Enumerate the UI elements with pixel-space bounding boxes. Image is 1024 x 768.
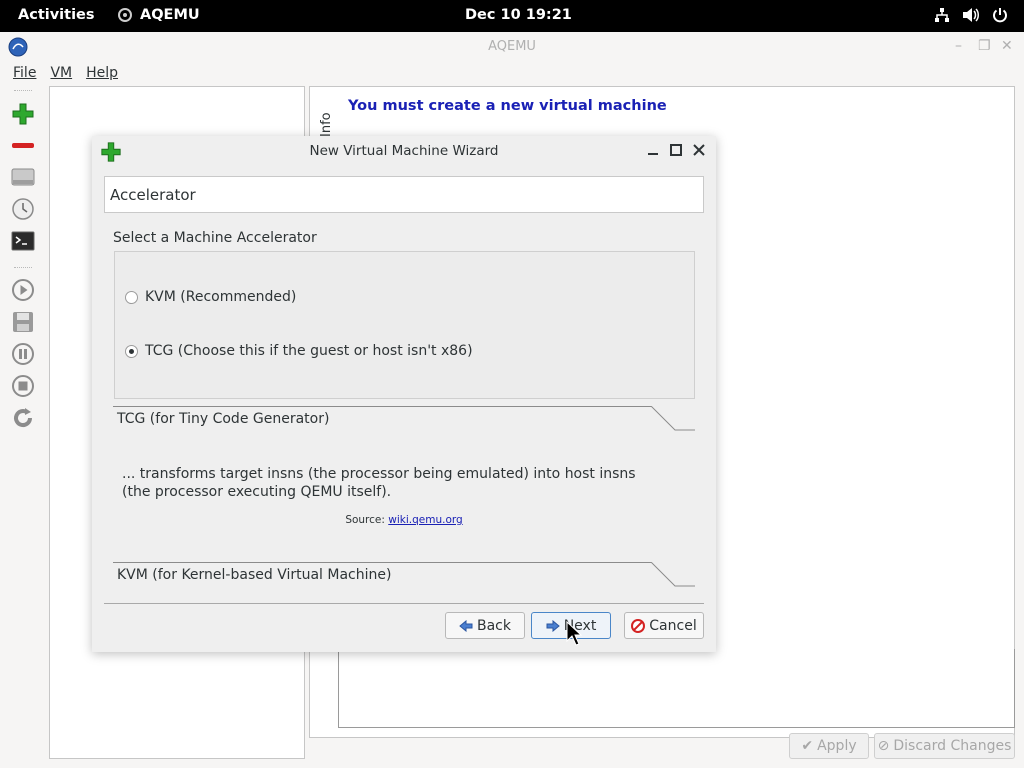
section-divider xyxy=(113,406,651,407)
kvm-radio-button[interactable] xyxy=(125,290,138,304)
accelerator-group-label: Select a Machine Accelerator xyxy=(113,230,317,246)
menu-bar: File VM Help xyxy=(0,62,1024,86)
maximize-icon[interactable] xyxy=(667,141,685,159)
system-tray[interactable] xyxy=(934,7,1008,23)
toolbar-separator xyxy=(14,90,32,92)
terminal-icon[interactable] xyxy=(11,229,35,253)
source-attribution: Source: wiki.qemu.org xyxy=(92,514,716,526)
dialog-title: New Virtual Machine Wizard xyxy=(309,143,499,159)
activities-button[interactable]: Activities xyxy=(18,7,95,23)
aqemu-app-icon xyxy=(118,8,132,22)
toolbar-separator xyxy=(14,267,32,269)
button-separator xyxy=(104,603,704,604)
close-icon[interactable]: ✕ xyxy=(1001,38,1013,54)
info-content-area xyxy=(338,649,1015,728)
main-window-titlebar: AQEMU – ❐ ✕ xyxy=(0,32,1024,62)
menu-vm[interactable]: VM xyxy=(50,62,72,86)
network-icon xyxy=(935,8,949,22)
minimize-icon[interactable]: – xyxy=(955,38,962,54)
save-icon[interactable] xyxy=(11,310,35,334)
source-prefix: Source: xyxy=(345,514,385,526)
app-menu[interactable]: AQEMU xyxy=(118,7,200,23)
back-button[interactable]: Back xyxy=(445,612,525,639)
cancel-button-label: Cancel xyxy=(649,617,697,634)
reload-icon[interactable] xyxy=(11,406,35,430)
volume-icon xyxy=(963,8,979,22)
menu-file[interactable]: File xyxy=(13,62,36,86)
section-tab-shape xyxy=(650,406,695,431)
tcg-section-header[interactable]: TCG (for Tiny Code Generator) xyxy=(113,406,695,432)
restore-icon[interactable]: ❐ xyxy=(978,38,991,54)
arrow-left-icon xyxy=(459,619,473,632)
dialog-titlebar: New Virtual Machine Wizard xyxy=(92,136,716,166)
cancel-circle-icon: ⊘ xyxy=(877,738,890,754)
section-tab-shape xyxy=(650,562,695,587)
add-vm-icon[interactable] xyxy=(11,102,35,126)
clock-icon[interactable] xyxy=(11,197,35,221)
vm-toolbar xyxy=(0,86,46,768)
tcg-radio-button[interactable] xyxy=(125,344,138,358)
section-divider xyxy=(113,562,651,563)
gnome-top-bar: Activities AQEMU Dec 10 19:21 xyxy=(0,0,1024,32)
tcg-section-title: TCG (for Tiny Code Generator) xyxy=(117,411,330,427)
discard-changes-button[interactable]: ⊘ Discard Changes xyxy=(874,733,1015,759)
checkmark-icon: ✔ xyxy=(801,738,814,754)
info-heading: You must create a new virtual machine xyxy=(348,98,667,114)
play-icon[interactable] xyxy=(11,278,35,302)
wizard-page-title: Accelerator xyxy=(104,176,704,213)
app-menu-label: AQEMU xyxy=(140,7,200,23)
tcg-radio-option[interactable]: TCG (Choose this if the guest or host is… xyxy=(125,343,473,359)
menu-help[interactable]: Help xyxy=(86,62,118,86)
apply-button[interactable]: ✔ Apply xyxy=(789,733,869,759)
mouse-cursor-icon xyxy=(566,621,582,646)
close-icon[interactable] xyxy=(690,141,708,159)
pause-icon[interactable] xyxy=(11,342,35,366)
kvm-section-title: KVM (for Kernel-based Virtual Machine) xyxy=(117,567,392,583)
tcg-description: ... transforms target insns (the process… xyxy=(122,466,636,500)
info-tab-label: Info xyxy=(319,112,334,137)
tcg-radio-label: TCG (Choose this if the guest or host is… xyxy=(145,343,473,359)
kvm-section-header[interactable]: KVM (for Kernel-based Virtual Machine) xyxy=(113,562,695,588)
remove-vm-icon[interactable] xyxy=(11,134,35,158)
source-link[interactable]: wiki.qemu.org xyxy=(388,514,462,526)
kvm-radio-label: KVM (Recommended) xyxy=(145,289,297,305)
cancel-button[interactable]: Cancel xyxy=(624,612,704,639)
power-icon xyxy=(993,8,1007,23)
kvm-radio-option[interactable]: KVM (Recommended) xyxy=(125,289,296,305)
arrow-right-icon xyxy=(546,619,560,632)
clock[interactable]: Dec 10 19:21 xyxy=(465,7,572,23)
accelerator-group: KVM (Recommended) TCG (Choose this if th… xyxy=(114,251,695,399)
new-vm-wizard-dialog: New Virtual Machine Wizard Accelerator S… xyxy=(92,136,716,652)
back-button-label: Back xyxy=(477,617,511,634)
cancel-icon xyxy=(631,618,646,633)
minimize-icon[interactable] xyxy=(644,141,662,159)
stop-icon[interactable] xyxy=(11,374,35,398)
window-title: AQEMU xyxy=(488,39,536,54)
hard-disk-icon[interactable] xyxy=(11,165,35,189)
